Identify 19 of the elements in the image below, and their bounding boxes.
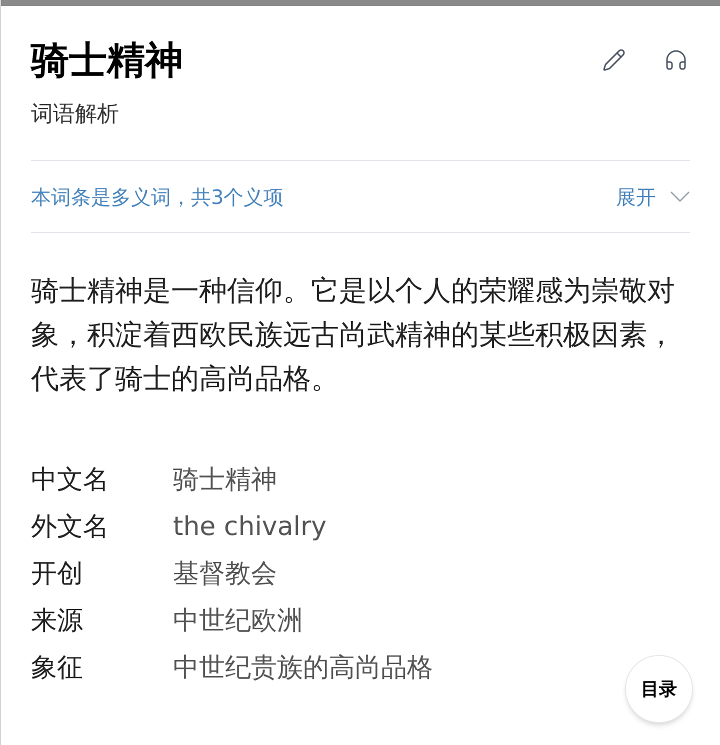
info-label: 外文名 [31, 511, 110, 544]
entry-subtitle: 词语解析 [31, 101, 120, 129]
info-value: 中世纪贵族的高尚品格 [173, 652, 433, 685]
toc-button[interactable]: 目录 [625, 655, 693, 723]
info-value: 中世纪欧洲 [173, 605, 303, 638]
info-value: 基督教会 [173, 558, 277, 591]
headphones-icon[interactable] [664, 48, 688, 72]
info-label: 开创 [31, 558, 84, 591]
info-value: 骑士精神 [173, 464, 277, 497]
info-value: the chivalry [173, 511, 327, 544]
edit-icon[interactable] [602, 48, 626, 72]
expand-toggle[interactable]: 展开 [616, 182, 690, 212]
info-label: 来源 [31, 605, 84, 638]
chevron-down-icon [670, 191, 690, 202]
info-label: 中文名 [31, 464, 110, 497]
entry-title: 骑士精神 [31, 37, 183, 84]
polysemy-notice: 本词条是多义词，共3个义项 [31, 184, 284, 210]
summary-paragraph: 骑士精神是一种信仰。它是以个人的荣耀感为崇敬对象，积淀着西欧民族远古尚武精神的某些积极因素，代表了骑士的高尚品格。 [31, 273, 676, 397]
info-label: 象征 [31, 652, 84, 685]
